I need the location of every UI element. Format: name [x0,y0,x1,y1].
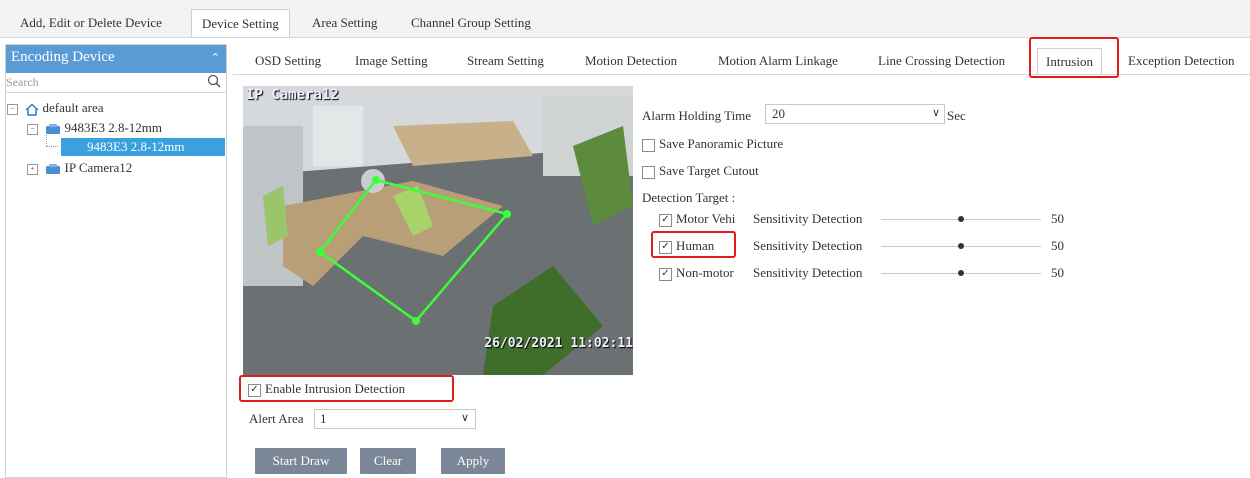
start-draw-button[interactable]: Start Draw [255,448,347,474]
checkbox-checked-icon[interactable]: ✓ [659,267,672,281]
alarm-holding-time-select[interactable]: 20 ∨ [765,104,945,124]
camera-preview[interactable]: IP Camera12 26/02/2021 11:02:11 [243,86,633,375]
tab-stream-setting[interactable]: Stream Setting [459,48,552,74]
tree-node-channel-selected[interactable]: 9483E3 2.8-12mm [61,138,225,156]
tree-label: IP Camera12 [64,160,133,175]
osd-camera-name: IP Camera12 [246,87,339,103]
collapse-toggle-icon[interactable]: − [27,123,38,135]
detection-target-label: Detection Target : [642,190,736,205]
search-input[interactable] [6,73,202,91]
panel-title: Encoding Device [11,49,115,65]
sensitivity-label: Sensitivity Detection [753,238,863,253]
save-panoramic-checkbox[interactable]: Save Panoramic Picture [642,136,783,152]
tab-area-setting[interactable]: Area Setting [302,9,387,37]
top-tab-bar: Add, Edit or Delete Device Device Settin… [0,0,1250,38]
sensitivity-value: 50 [1051,238,1064,253]
settings-content: OSD Setting Image Setting Stream Setting… [233,37,1250,478]
camera-icon [46,164,61,175]
target-non-motor-checkbox[interactable]: ✓ Non-motor [659,265,734,281]
save-target-cutout-checkbox[interactable]: Save Target Cutout [642,163,759,179]
chevron-down-icon[interactable]: ∨ [461,411,469,424]
sensitivity-label: Sensitivity Detection [753,211,863,226]
alert-area-value: 1 [320,411,327,426]
alarm-holding-time-label: Alarm Holding Time [642,108,752,123]
tree-connector [46,146,58,148]
tab-device-setting[interactable]: Device Setting [191,9,290,37]
device-tree-panel: Encoding Device ⌃ − default area − 9483E… [5,44,227,478]
clear-button[interactable]: Clear [360,448,416,474]
highlight-box [1029,37,1119,78]
highlight-box [239,375,454,402]
checkbox-checked-icon[interactable]: ✓ [659,213,672,227]
target-name: Motor Vehi [676,211,736,226]
alarm-holding-unit: Sec [947,108,966,123]
target-name: Non-motor [676,265,734,280]
alert-area-select[interactable]: 1 ∨ [314,409,476,429]
tab-osd-setting[interactable]: OSD Setting [247,48,329,74]
sensitivity-slider-thumb[interactable] [958,270,964,276]
collapse-toggle-icon[interactable]: − [7,103,18,115]
checkbox-unchecked-icon[interactable] [642,165,655,179]
sensitivity-slider-thumb[interactable] [958,243,964,249]
camera-scene-image [243,86,633,375]
sensitivity-label: Sensitivity Detection [753,265,863,280]
alert-area-label: Alert Area [249,411,304,426]
search-icon[interactable] [207,74,221,88]
chevron-down-icon[interactable]: ∨ [932,106,940,119]
tree-node-ip-camera12[interactable]: + IP Camera12 [27,160,132,176]
sensitivity-value: 50 [1051,211,1064,226]
tree-node-default-area[interactable]: − default area [7,100,103,116]
search-row [6,73,226,93]
expand-toggle-icon[interactable]: + [27,163,38,175]
alarm-holding-time-value: 20 [772,106,785,121]
tab-image-setting[interactable]: Image Setting [347,48,436,74]
save-target-cutout-label: Save Target Cutout [659,163,759,178]
tree-label: 9483E3 2.8-12mm [64,120,163,135]
tab-add-edit-delete-device[interactable]: Add, Edit or Delete Device [10,9,172,37]
highlight-box [651,231,736,258]
save-panoramic-label: Save Panoramic Picture [659,136,784,151]
tab-motion-detection[interactable]: Motion Detection [577,48,685,74]
tab-line-crossing-detection[interactable]: Line Crossing Detection [870,48,1013,74]
checkbox-unchecked-icon[interactable] [642,138,655,152]
tree-connector [46,132,48,146]
sensitivity-slider-thumb[interactable] [958,216,964,222]
osd-timestamp: 26/02/2021 11:02:11 [484,336,633,351]
panel-header: Encoding Device ⌃ [6,45,226,73]
chevron-up-icon[interactable]: ⌃ [211,51,220,64]
sensitivity-value: 50 [1051,265,1064,280]
tree-label: default area [42,100,104,115]
home-icon [25,102,39,116]
tab-exception-detection[interactable]: Exception Detection [1120,48,1243,74]
tab-motion-alarm-linkage[interactable]: Motion Alarm Linkage [710,48,846,74]
tab-channel-group-setting[interactable]: Channel Group Setting [401,9,541,37]
target-motor-vehicle-checkbox[interactable]: ✓ Motor Vehi [659,211,735,227]
apply-button[interactable]: Apply [441,448,505,474]
